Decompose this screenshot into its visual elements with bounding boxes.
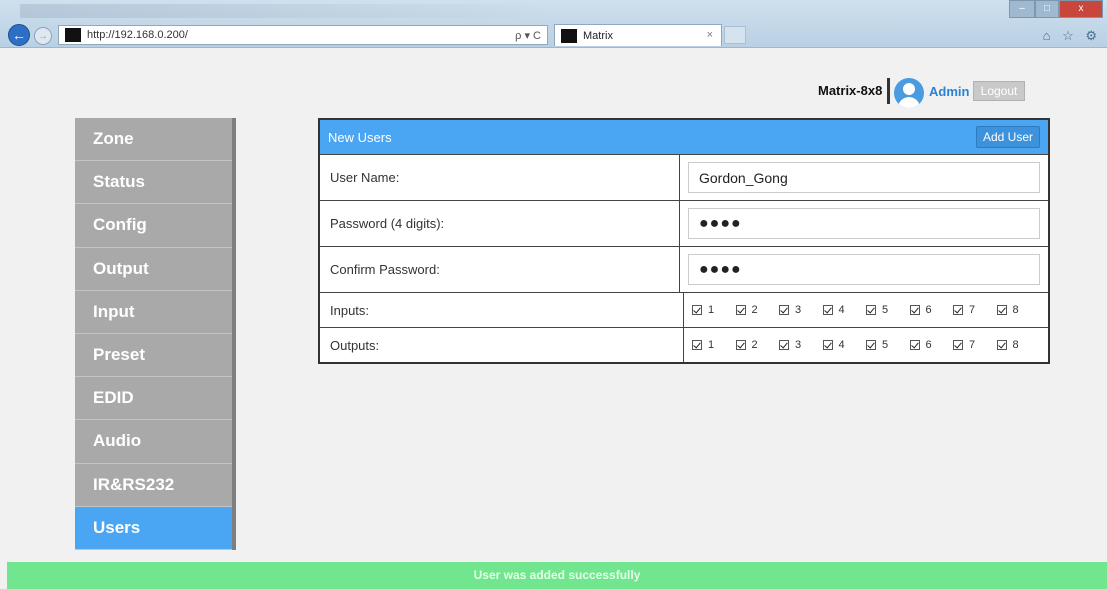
logout-button[interactable]: Logout [973, 81, 1025, 101]
panel-header: New Users Add User [320, 120, 1048, 154]
tab-matrix[interactable]: Matrix × [554, 24, 722, 46]
inputs-row: Inputs: 1 2 3 4 5 6 7 8 [320, 292, 1048, 327]
input-checkbox[interactable]: 4 [822, 304, 867, 316]
browser-toolbar-icons[interactable]: ⌂ ☆ ⚙ [1043, 28, 1101, 44]
input-checkbox[interactable]: 6 [909, 304, 954, 316]
output-checkbox[interactable]: 1 [692, 339, 736, 351]
address-bar[interactable]: http://192.168.0.200/ ρ ▾ C [58, 25, 548, 45]
outputs-checkboxes: 1 2 3 4 5 6 7 8 [692, 339, 1040, 351]
sidebar-item-preset[interactable]: Preset [75, 333, 232, 378]
tab-close-icon[interactable]: × [707, 29, 713, 41]
new-tab-button[interactable] [724, 26, 746, 44]
device-name: Matrix-8x8 [818, 83, 883, 98]
sidebar-item-input[interactable]: Input [75, 290, 232, 334]
checkbox-checked-icon [779, 340, 789, 350]
maximize-button[interactable]: □ [1035, 0, 1059, 18]
input-checkbox[interactable]: 5 [866, 304, 910, 316]
inputs-checkboxes: 1 2 3 4 5 6 7 8 [692, 304, 1040, 316]
sidebar-item-users[interactable]: Users [75, 506, 232, 550]
checkbox-checked-icon [779, 305, 789, 315]
confirm-password-row: Confirm Password: ●●●● [320, 246, 1048, 292]
sidebar-item-config[interactable]: Config [75, 204, 232, 248]
close-window-button[interactable]: x [1059, 0, 1103, 18]
password-field[interactable]: ●●●● [688, 208, 1040, 239]
input-checkbox[interactable]: 1 [692, 304, 736, 316]
outputs-label: Outputs: [320, 328, 684, 362]
confirm-password-label: Confirm Password: [320, 247, 680, 292]
checkbox-checked-icon [866, 340, 876, 350]
username-field[interactable]: Gordon_Gong [688, 162, 1040, 193]
user-avatar-icon [894, 78, 924, 108]
address-url[interactable]: http://192.168.0.200/ [87, 29, 497, 41]
checkbox-checked-icon [735, 305, 746, 315]
username-row: User Name: Gordon_Gong [320, 154, 1048, 200]
input-checkbox[interactable]: 2 [735, 304, 780, 316]
checkbox-checked-icon [866, 305, 876, 315]
output-checkbox[interactable]: 5 [866, 339, 910, 351]
sidebar-item-ir-rs232[interactable]: IR&RS232 [75, 463, 232, 507]
header-divider [887, 78, 890, 104]
input-checkbox[interactable]: 7 [953, 304, 997, 316]
tab-title: Matrix [583, 29, 613, 42]
checkbox-checked-icon [822, 340, 833, 350]
back-button[interactable]: ← [8, 24, 30, 46]
window-controls: – □ x [1009, 0, 1103, 18]
success-status-bar: User was added successfully [7, 562, 1107, 589]
input-checkbox[interactable]: 8 [996, 304, 1041, 316]
password-row: Password (4 digits): ●●●● [320, 200, 1048, 246]
checkbox-checked-icon [735, 340, 746, 350]
sidebar-item-audio[interactable]: Audio [75, 420, 232, 464]
favicon-icon [65, 28, 81, 42]
new-users-panel: New Users Add User User Name: Gordon_Gon… [318, 118, 1050, 364]
checkbox-checked-icon [953, 305, 963, 315]
sidebar: Zone Status Config Output Input Preset E… [75, 118, 236, 550]
output-checkbox[interactable]: 8 [996, 339, 1041, 351]
sidebar-item-output[interactable]: Output [75, 247, 232, 291]
input-checkbox[interactable]: 3 [779, 304, 823, 316]
inputs-label: Inputs: [320, 293, 684, 327]
output-checkbox[interactable]: 4 [822, 339, 867, 351]
add-user-button[interactable]: Add User [975, 126, 1040, 148]
sidebar-item-edid[interactable]: EDID [75, 377, 232, 421]
tab-favicon-icon [561, 28, 577, 43]
sidebar-item-status[interactable]: Status [75, 161, 232, 205]
checkbox-checked-icon [996, 305, 1007, 315]
output-checkbox[interactable]: 2 [735, 339, 780, 351]
sidebar-item-zone[interactable]: Zone [75, 118, 232, 162]
window-title-bar [20, 4, 540, 18]
minimize-button[interactable]: – [1009, 0, 1035, 18]
checkbox-checked-icon [953, 340, 963, 350]
checkbox-checked-icon [909, 305, 920, 315]
password-label: Password (4 digits): [320, 201, 680, 246]
output-checkbox[interactable]: 6 [909, 339, 954, 351]
arrow-left-icon: ← [12, 27, 26, 43]
outputs-row: Outputs: 1 2 3 4 5 6 7 8 [320, 327, 1048, 362]
checkbox-checked-icon [692, 305, 702, 315]
search-refresh-icons[interactable]: ρ ▾ C [497, 29, 547, 42]
checkbox-checked-icon [822, 305, 833, 315]
user-name: Admin [929, 84, 970, 99]
forward-button[interactable]: → [34, 27, 52, 45]
browser-chrome: – □ x ← → http://192.168.0.200/ ρ ▾ C Ma… [0, 0, 1107, 48]
confirm-password-field[interactable]: ●●●● [688, 254, 1040, 285]
checkbox-checked-icon [996, 340, 1007, 350]
checkbox-checked-icon [909, 340, 920, 350]
arrow-right-icon: → [38, 30, 48, 42]
checkbox-checked-icon [692, 340, 702, 350]
output-checkbox[interactable]: 3 [779, 339, 823, 351]
panel-title: New Users [328, 129, 392, 145]
output-checkbox[interactable]: 7 [953, 339, 997, 351]
username-label: User Name: [320, 155, 680, 200]
